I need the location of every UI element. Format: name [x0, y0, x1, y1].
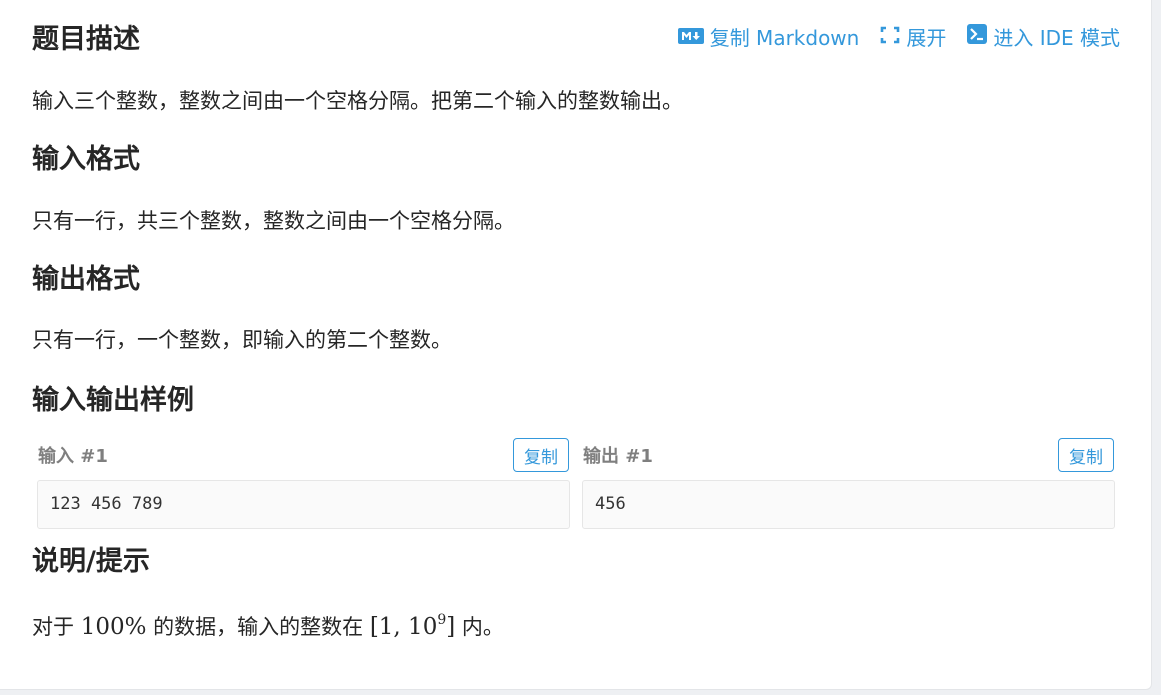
section-title-description: 题目描述 — [32, 24, 140, 55]
enter-ide-label: 进入 IDE 模式 — [993, 26, 1120, 50]
output-format-text: 只有一行，一个整数，即输入的第二个整数。 — [32, 328, 452, 352]
sample-output-box[interactable]: 456 — [582, 480, 1115, 529]
expand-button[interactable]: 展开 — [880, 22, 946, 51]
expand-label: 展开 — [906, 26, 947, 50]
hint-middle: 的数据，输入的整数在 — [153, 615, 364, 639]
sample-input-label: 输入 #1 — [38, 446, 108, 467]
hint-range-exponent: 9 — [437, 612, 447, 628]
problem-card: 题目描述 复制 Markdown 展开 进入 IDE 模式 输入三个整数，整数之… — [0, 0, 1152, 690]
hint-suffix: 内。 — [461, 615, 504, 639]
hint-range-open: [1, 10 — [369, 614, 438, 640]
section-title-output-format: 输出格式 — [32, 264, 140, 295]
description-text: 输入三个整数，整数之间由一个空格分隔。把第二个输入的整数输出。 — [32, 89, 683, 113]
enter-ide-button[interactable]: 进入 IDE 模式 — [967, 22, 1120, 51]
markdown-icon — [677, 25, 710, 49]
input-format-text: 只有一行，共三个整数，整数之间由一个空格分隔。 — [32, 209, 515, 233]
sample-output-value: 456 — [595, 494, 626, 514]
copy-output-button[interactable]: 复制 — [1058, 438, 1114, 472]
hint-range: [1, 109] — [369, 612, 456, 640]
terminal-icon — [967, 24, 993, 49]
sample-input-box[interactable]: 123 456 789 — [37, 480, 570, 529]
hint-range-close: ] — [446, 614, 456, 640]
hint-text: 对于 100% 的数据，输入的整数在 [1, 109] 内。 — [32, 605, 504, 642]
hint-prefix: 对于 — [32, 615, 74, 639]
sample-input-value: 123 456 789 — [50, 494, 163, 514]
section-title-samples: 输入输出样例 — [32, 385, 194, 416]
expand-icon — [880, 25, 906, 49]
copy-markdown-button[interactable]: 复制 Markdown — [677, 22, 860, 51]
copy-markdown-label: 复制 Markdown — [709, 26, 860, 50]
section-title-input-format: 输入格式 — [32, 144, 140, 175]
sample-output-label: 输出 #1 — [583, 446, 653, 467]
section-title-hint: 说明/提示 — [32, 546, 150, 577]
hint-percent: 100% — [80, 614, 147, 640]
copy-input-button[interactable]: 复制 — [513, 438, 569, 472]
problem-actions: 复制 Markdown 展开 进入 IDE 模式 — [677, 22, 1120, 51]
